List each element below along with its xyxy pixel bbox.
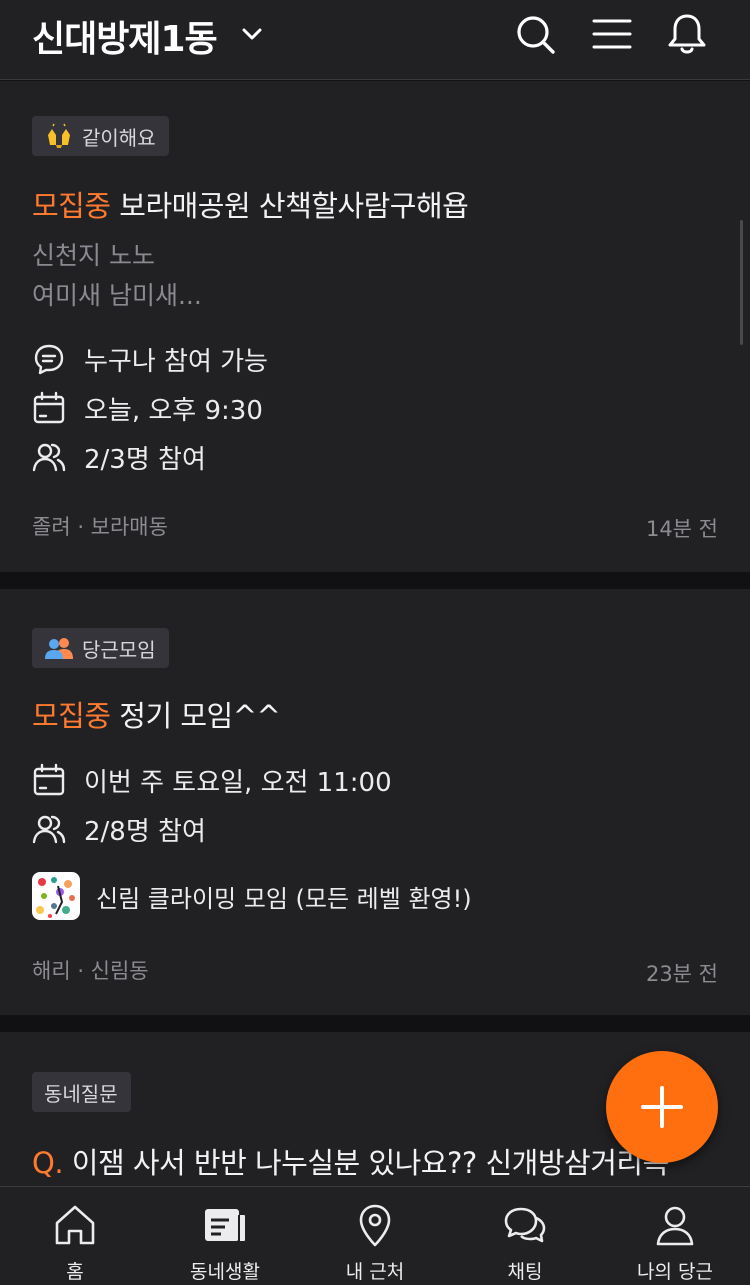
info-text: 2/3명 참여: [84, 444, 206, 475]
post-title: Q. 이잼 사서 반반 나누실분 있나요?? 신개방삼거리쪽: [32, 1140, 669, 1182]
info-text: 오늘, 오후 9:30: [84, 395, 263, 426]
top-app-bar: 신대방제1동: [0, 0, 750, 80]
info-text: 이번 주 토요일, 오전 11:00: [84, 767, 392, 798]
post-time: 23분 전: [645, 962, 718, 986]
recruiting-status: 모집중: [32, 189, 111, 223]
category-label: 당근모임: [82, 637, 156, 662]
post-time: 14분 전: [645, 517, 718, 541]
post-title-text: 정기 모임^^: [119, 699, 281, 733]
add-post-button[interactable]: [606, 1051, 718, 1163]
tab-my-karrot[interactable]: 나의 당근: [600, 1187, 750, 1285]
tab-home[interactable]: 홈: [0, 1187, 150, 1285]
tab-label: 나의 당근: [637, 1261, 713, 1283]
post-title: 모집중 보라매공원 산책할사람구해욥: [32, 183, 469, 225]
location-title[interactable]: 신대방제1동: [32, 10, 218, 62]
card-divider: [0, 1015, 750, 1032]
chevron-down-icon[interactable]: [240, 22, 264, 46]
info-row: 오늘, 오후 9:30: [32, 388, 263, 428]
home-icon: [55, 1205, 95, 1245]
linked-group[interactable]: 신림 클라이밍 모임 (모든 레벨 환영!): [32, 871, 472, 921]
tab-neighborhood-life[interactable]: 동네생활: [150, 1187, 300, 1285]
info-row: 이번 주 토요일, 오전 11:00: [32, 760, 392, 800]
menu-icon[interactable]: [590, 12, 634, 56]
bell-icon[interactable]: [665, 12, 709, 56]
post-title: 모집중 정기 모임^^: [32, 693, 281, 735]
people-icon: [32, 815, 66, 844]
info-text: 2/8명 참여: [84, 816, 206, 847]
info-text: 누구나 참여 가능: [84, 346, 268, 377]
question-prefix: Q.: [32, 1146, 64, 1180]
tab-label: 내 근처: [345, 1261, 405, 1283]
category-label: 동네질문: [44, 1081, 118, 1106]
info-row: 2/8명 참여: [32, 809, 206, 849]
post-card[interactable]: 당근모임 모집중 정기 모임^^ 이번 주 토요일, 오전 11:00 2/8명…: [0, 589, 750, 1015]
info-row: 누구나 참여 가능: [32, 339, 268, 379]
calendar-icon: [33, 391, 65, 424]
bottom-tab-bar: 홈 동네생활 내 근처 채팅 나의 당근: [0, 1186, 750, 1285]
search-icon[interactable]: [513, 12, 557, 56]
post-title-text: 이잼 사서 반반 나누실분 있나요?? 신개방삼거리쪽: [71, 1146, 669, 1180]
calendar-icon: [33, 763, 65, 796]
category-badge: 동네질문: [32, 1072, 131, 1112]
tab-label: 채팅: [507, 1261, 543, 1283]
tab-label: 동네생활: [190, 1261, 260, 1283]
info-row: 2/3명 참여: [32, 437, 206, 477]
post-card[interactable]: 같이해요 모집중 보라매공원 산책할사람구해욥 신천지 노노 여미새 남미새..…: [0, 81, 750, 572]
clapping-hands-icon: [48, 123, 70, 148]
group-thumbnail: [32, 872, 80, 920]
chat-icon: [34, 344, 64, 375]
category-badge: 같이해요: [32, 116, 169, 156]
tab-label: 홈: [66, 1261, 84, 1283]
tab-chat[interactable]: 채팅: [450, 1187, 600, 1285]
chat-bubbles-icon: [504, 1207, 546, 1243]
author-location: 해리 · 신림동: [32, 959, 149, 983]
tab-near-me[interactable]: 내 근처: [300, 1187, 450, 1285]
group-icon: [45, 638, 73, 659]
people-icon: [32, 443, 66, 472]
post-desc-line: 여미새 남미새...: [32, 281, 202, 310]
post-desc-line: 신천지 노노: [32, 241, 155, 270]
news-icon: [205, 1209, 245, 1241]
scrollbar[interactable]: [740, 220, 743, 345]
location-pin-icon: [359, 1204, 391, 1247]
category-badge: 당근모임: [32, 628, 169, 668]
author-location: 졸려 · 보라매동: [32, 515, 168, 539]
plus-icon: [641, 1086, 683, 1128]
card-divider: [0, 572, 750, 589]
group-name: 신림 클라이밍 모임 (모든 레벨 환영!): [96, 884, 472, 913]
post-title-text: 보라매공원 산책할사람구해욥: [119, 189, 469, 223]
category-label: 같이해요: [82, 125, 156, 150]
recruiting-status: 모집중: [32, 699, 111, 733]
user-icon: [656, 1206, 694, 1246]
